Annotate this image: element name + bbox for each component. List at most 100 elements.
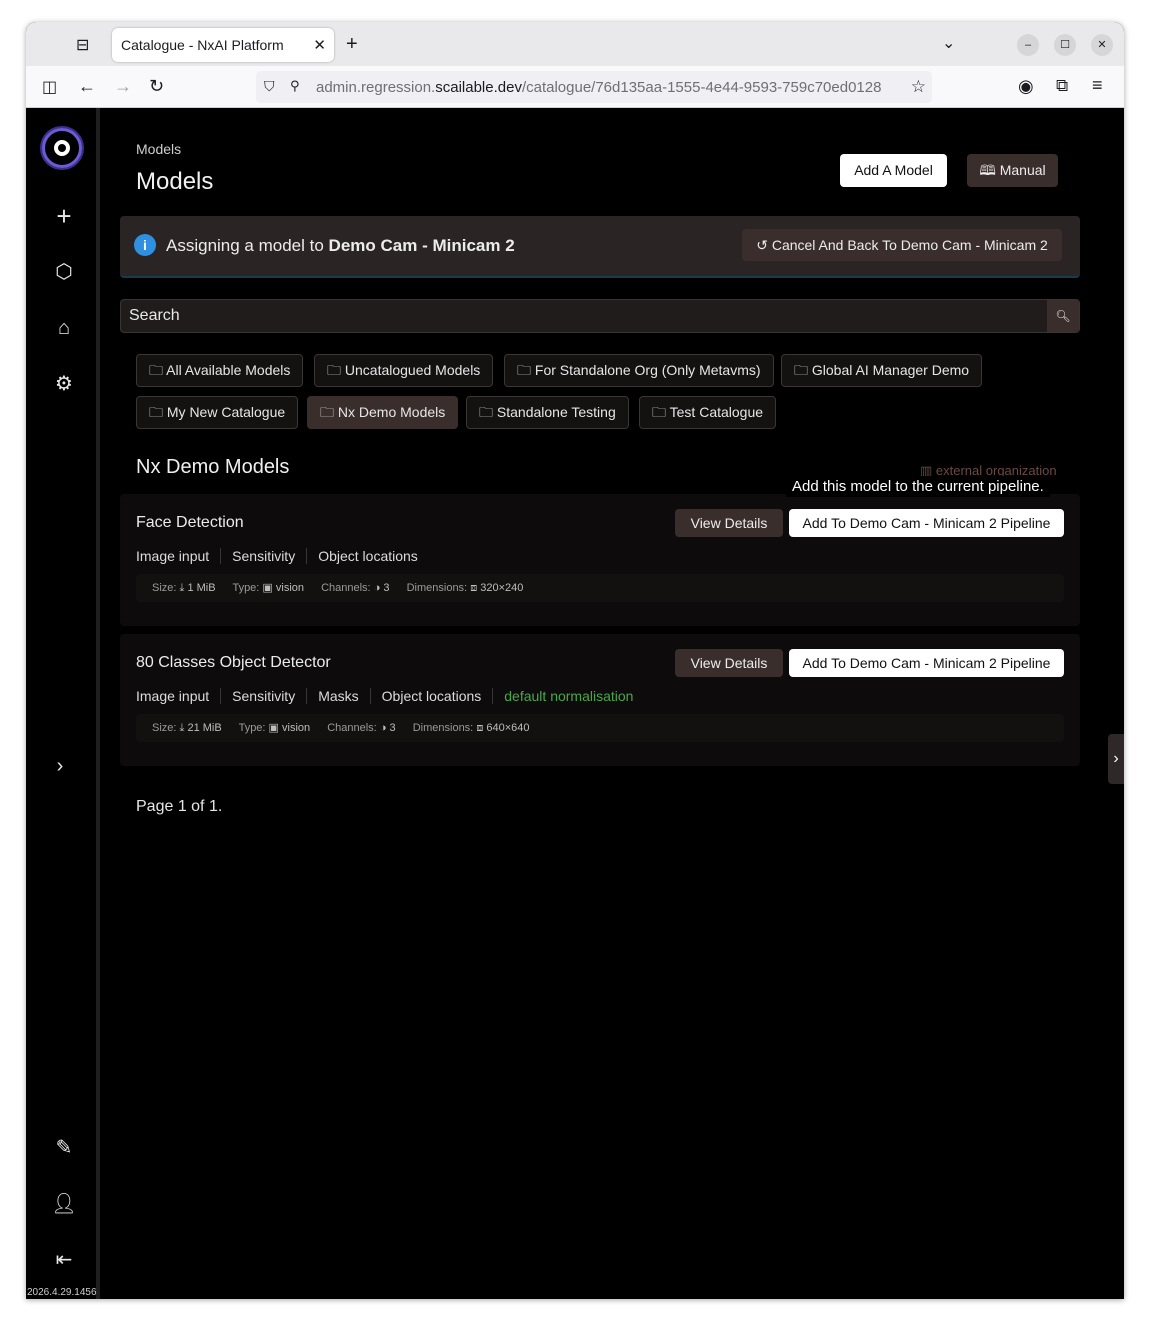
image-icon: ▣ [268,722,279,734]
cancel-assign-button[interactable]: ↺ Cancel And Back To Demo Cam - Minicam … [742,229,1062,261]
catalogue-chip[interactable]: 🗀︎ For Standalone Org (Only Metavms) [504,354,774,387]
model-type: vision [275,582,305,594]
logo-icon[interactable] [42,128,82,168]
contrast-icon: ◑ [373,582,381,594]
folder-icon: 🗀︎ [652,404,670,420]
catalogue-chip[interactable]: 🗀︎ Nx Demo Models [307,396,459,429]
catalogue-chip[interactable]: 🗀︎ Global AI Manager Demo [781,354,983,387]
reload-icon[interactable]: ↻ [149,76,164,97]
normalisation-tag: default normalisation [492,688,644,704]
capability-tag: Masks [306,688,369,704]
browser-window: ⊟ Catalogue - NxAI Platform ✕ + ⌄ – ☐ ✕ … [26,22,1124,1299]
edit-icon[interactable]: ✎ [48,1132,80,1164]
catalogue-chip[interactable]: 🗀︎ Uncatalogued Models [314,354,494,387]
close-tab-icon[interactable]: ✕ [313,36,326,54]
folder-icon: 🗀︎ [327,362,345,378]
model-tags: Image input Sensitivity Masks Object locati… [136,688,644,704]
aspect-ratio-icon: ⧈ [470,582,478,594]
catalogue-chip-label: My New Catalogue [166,404,286,420]
tab-list-icon[interactable]: ⌄ [942,33,955,53]
new-tab-icon[interactable]: + [346,33,358,56]
catalogue-chip[interactable]: 🗀︎ Standalone Testing [466,396,629,429]
nav-bar: ◫ ← → ↻ ⛉ ⚲ admin.regression.scailable.d… [26,66,1124,108]
add-model-button[interactable]: Add A Model [840,154,947,187]
tab-title: Catalogue - NxAI Platform [121,37,284,53]
bookmark-star-icon[interactable]: ☆ [911,77,926,97]
sidebar-toggle-icon[interactable]: ◫ [42,77,57,97]
url-bar[interactable]: ⛉ ⚲ admin.regression.scailable.dev/catal… [256,71,932,103]
url-text[interactable]: admin.regression.scailable.dev/catalogue… [316,79,902,96]
catalogue-chip-label: Test Catalogue [669,404,764,420]
cube-icon[interactable]: ⬡ [48,256,80,288]
capability-tag: Object locations [306,548,429,564]
maximize-icon[interactable]: ☐ [1054,34,1076,56]
assignment-banner: i Assigning a model to Demo Cam - Minica… [120,216,1080,278]
undo-icon: ↺ [756,237,772,253]
capability-tag: Image input [136,548,210,564]
settings-icon[interactable]: ⚙ [48,368,80,400]
add-to-pipeline-button[interactable]: Add To Demo Cam - Minicam 2 Pipeline [789,509,1064,537]
minimize-icon[interactable]: – [1017,34,1039,56]
sidebar: + ⬡ ⌂ ⚙ › ✎ 👤︎ ⇤ 2026.4.29.1456 [26,108,100,1299]
search-icon[interactable]: 🔍︎ [1047,300,1079,332]
model-dimensions: 320×240 [480,582,524,594]
catalogue-chip-label: Uncatalogued Models [344,362,481,378]
model-meta: Size: ⤓ 21 MiB Type: ▣ vision Channels: … [136,714,1064,742]
back-icon[interactable]: ← [78,76,96,97]
catalogue-chip[interactable]: 🗀︎ My New Catalogue [136,396,299,429]
book-icon: 🕮︎ [979,162,1000,178]
permissions-icon[interactable]: ⚲ [290,78,300,94]
main-content: Models Models Add A Model 🕮︎ Manual i As… [120,108,1124,1299]
pagination-text: Page 1 of 1. [136,798,223,815]
search-input[interactable]: Search [129,307,180,325]
view-details-button[interactable]: View Details [675,509,783,537]
catalogue-chip-label: Global AI Manager Demo [811,362,970,378]
close-window-icon[interactable]: ✕ [1091,34,1113,56]
catalogue-chip-label: For Standalone Org (Only Metavms) [534,362,761,378]
model-meta: Size: ⤓ 1 MiB Type: ▣ vision Channels: ◑… [136,574,1064,602]
model-dimensions: 640×640 [486,722,530,734]
catalogue-chip[interactable]: 🗀︎ Test Catalogue [639,396,777,429]
folder-icon: 🗀︎ [149,404,167,420]
folder-icon: 🗀︎ [479,404,497,420]
capability-tag: Image input [136,688,210,704]
browser-tab[interactable]: Catalogue - NxAI Platform ✕ [112,28,334,62]
add-icon[interactable]: + [48,200,80,232]
add-to-pipeline-button[interactable]: Add To Demo Cam - Minicam 2 Pipeline [789,649,1064,677]
logout-icon[interactable]: ⇤ [48,1244,80,1276]
expand-panel-icon[interactable]: › [1108,734,1124,784]
banner-text: Assigning a model to Demo Cam - Minicam … [166,236,515,255]
capability-tag: Sensitivity [220,688,306,704]
catalogue-chip-label: Nx Demo Models [337,404,446,420]
image-icon: ▣ [262,582,273,594]
menu-icon[interactable]: ≡ [1092,75,1103,96]
shield-icon[interactable]: ⛉ [264,78,275,95]
breadcrumb[interactable]: Models [136,141,181,157]
model-type: vision [282,722,311,734]
tab-overview-icon[interactable]: ⊟ [76,35,89,55]
home-icon[interactable]: ⌂ [48,312,80,344]
manual-button[interactable]: 🕮︎ Manual [967,154,1058,187]
version-label: 2026.4.29.1456 [27,1287,97,1298]
download-icon: ⤓ [179,722,185,734]
catalogue-chip[interactable]: 🗀︎ All Available Models [136,354,304,387]
model-card: Face Detection View Details Add To Demo … [120,494,1080,626]
folder-icon: 🗀︎ [149,362,167,378]
folder-icon: 🗀︎ [320,404,338,420]
user-icon[interactable]: 👤︎ [48,1188,80,1220]
folder-icon: 🗀︎ [794,362,812,378]
catalogue-chip-label: Standalone Testing [496,404,616,420]
extensions-icon[interactable]: ⧉ [1056,76,1068,96]
catalogue-chip-label: All Available Models [166,362,291,378]
aspect-ratio-icon: ⧈ [476,722,484,734]
forward-icon[interactable]: → [114,76,132,97]
capability-tag: Sensitivity [220,548,306,564]
view-details-button[interactable]: View Details [675,649,783,677]
download-icon: ⤓ [179,582,185,594]
capability-tag: Object locations [369,688,493,704]
expand-sidebar-icon[interactable]: › [44,750,76,782]
account-icon[interactable]: ◉ [1018,76,1034,97]
model-size: 1 MiB [187,582,216,594]
tooltip: Add this model to the current pipeline. [786,476,1050,497]
model-name: Face Detection [136,514,244,531]
